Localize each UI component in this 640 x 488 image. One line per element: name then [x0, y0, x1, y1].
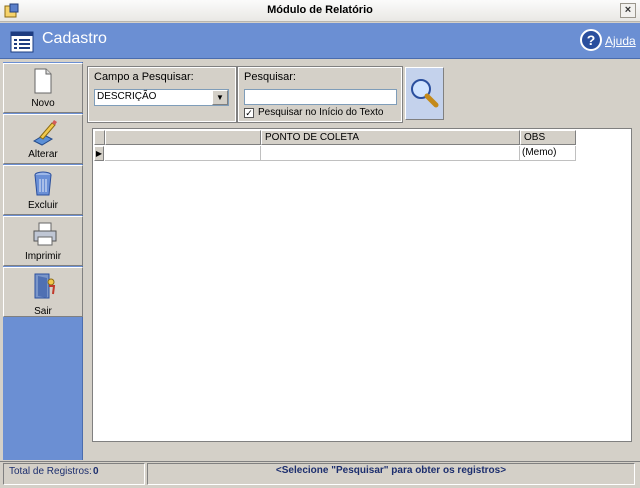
help-icon[interactable]: ?	[580, 29, 602, 51]
search-field-value: DESCRIÇÃO	[97, 91, 157, 102]
delete-button-label: Excluir	[27, 200, 58, 211]
table-cell[interactable]: (Memo)	[520, 146, 576, 161]
grid-header-blank[interactable]	[105, 130, 261, 145]
exit-door-icon	[34, 273, 56, 299]
query-label: Pesquisar:	[244, 71, 296, 83]
search-input[interactable]	[244, 89, 397, 105]
chevron-down-icon[interactable]: ▼	[212, 90, 228, 105]
print-button-label: Imprimir	[24, 251, 62, 262]
close-button[interactable]: ×	[620, 3, 636, 18]
search-field-label: Campo a Pesquisar:	[94, 71, 194, 83]
svg-text:?: ?	[587, 32, 596, 48]
new-button[interactable]: Novo	[3, 63, 83, 113]
delete-button[interactable]: Excluir	[3, 165, 83, 215]
help-link[interactable]: Ajuda	[605, 34, 636, 48]
table-cell[interactable]	[261, 146, 520, 161]
exit-button[interactable]: Sair	[3, 267, 83, 317]
new-button-label: Novo	[31, 98, 55, 109]
status-message: <Selecione "Pesquisar" para obter os reg…	[275, 465, 507, 476]
edit-button[interactable]: Alterar	[3, 114, 83, 164]
grid-header-indicator	[94, 130, 105, 145]
search-button[interactable]	[405, 67, 444, 120]
start-of-text-label: Pesquisar no Início do Texto	[258, 107, 384, 118]
exit-button-label: Sair	[34, 306, 52, 317]
grid-header-ponto-coleta[interactable]: PONTO DE COLETA	[261, 130, 520, 145]
page-title: Cadastro	[42, 30, 107, 47]
grid-header-obs[interactable]: OBS	[520, 130, 576, 145]
print-button[interactable]: Imprimir	[3, 216, 83, 266]
status-total-value: 0	[93, 466, 99, 477]
list-icon	[10, 31, 34, 53]
results-grid[interactable]	[92, 128, 632, 442]
start-of-text-checkbox[interactable]: ✓	[244, 108, 254, 118]
printer-icon	[33, 222, 57, 246]
table-cell[interactable]	[105, 146, 261, 161]
window-title: Módulo de Relatório	[267, 4, 373, 16]
row-indicator-icon: ▶	[94, 146, 104, 161]
status-total-label: Total de Registros:	[9, 466, 92, 477]
edit-button-label: Alterar	[28, 149, 58, 160]
trash-icon	[34, 171, 52, 196]
new-document-icon	[34, 68, 52, 94]
edit-icon	[32, 120, 57, 146]
magnifier-icon	[411, 79, 439, 108]
